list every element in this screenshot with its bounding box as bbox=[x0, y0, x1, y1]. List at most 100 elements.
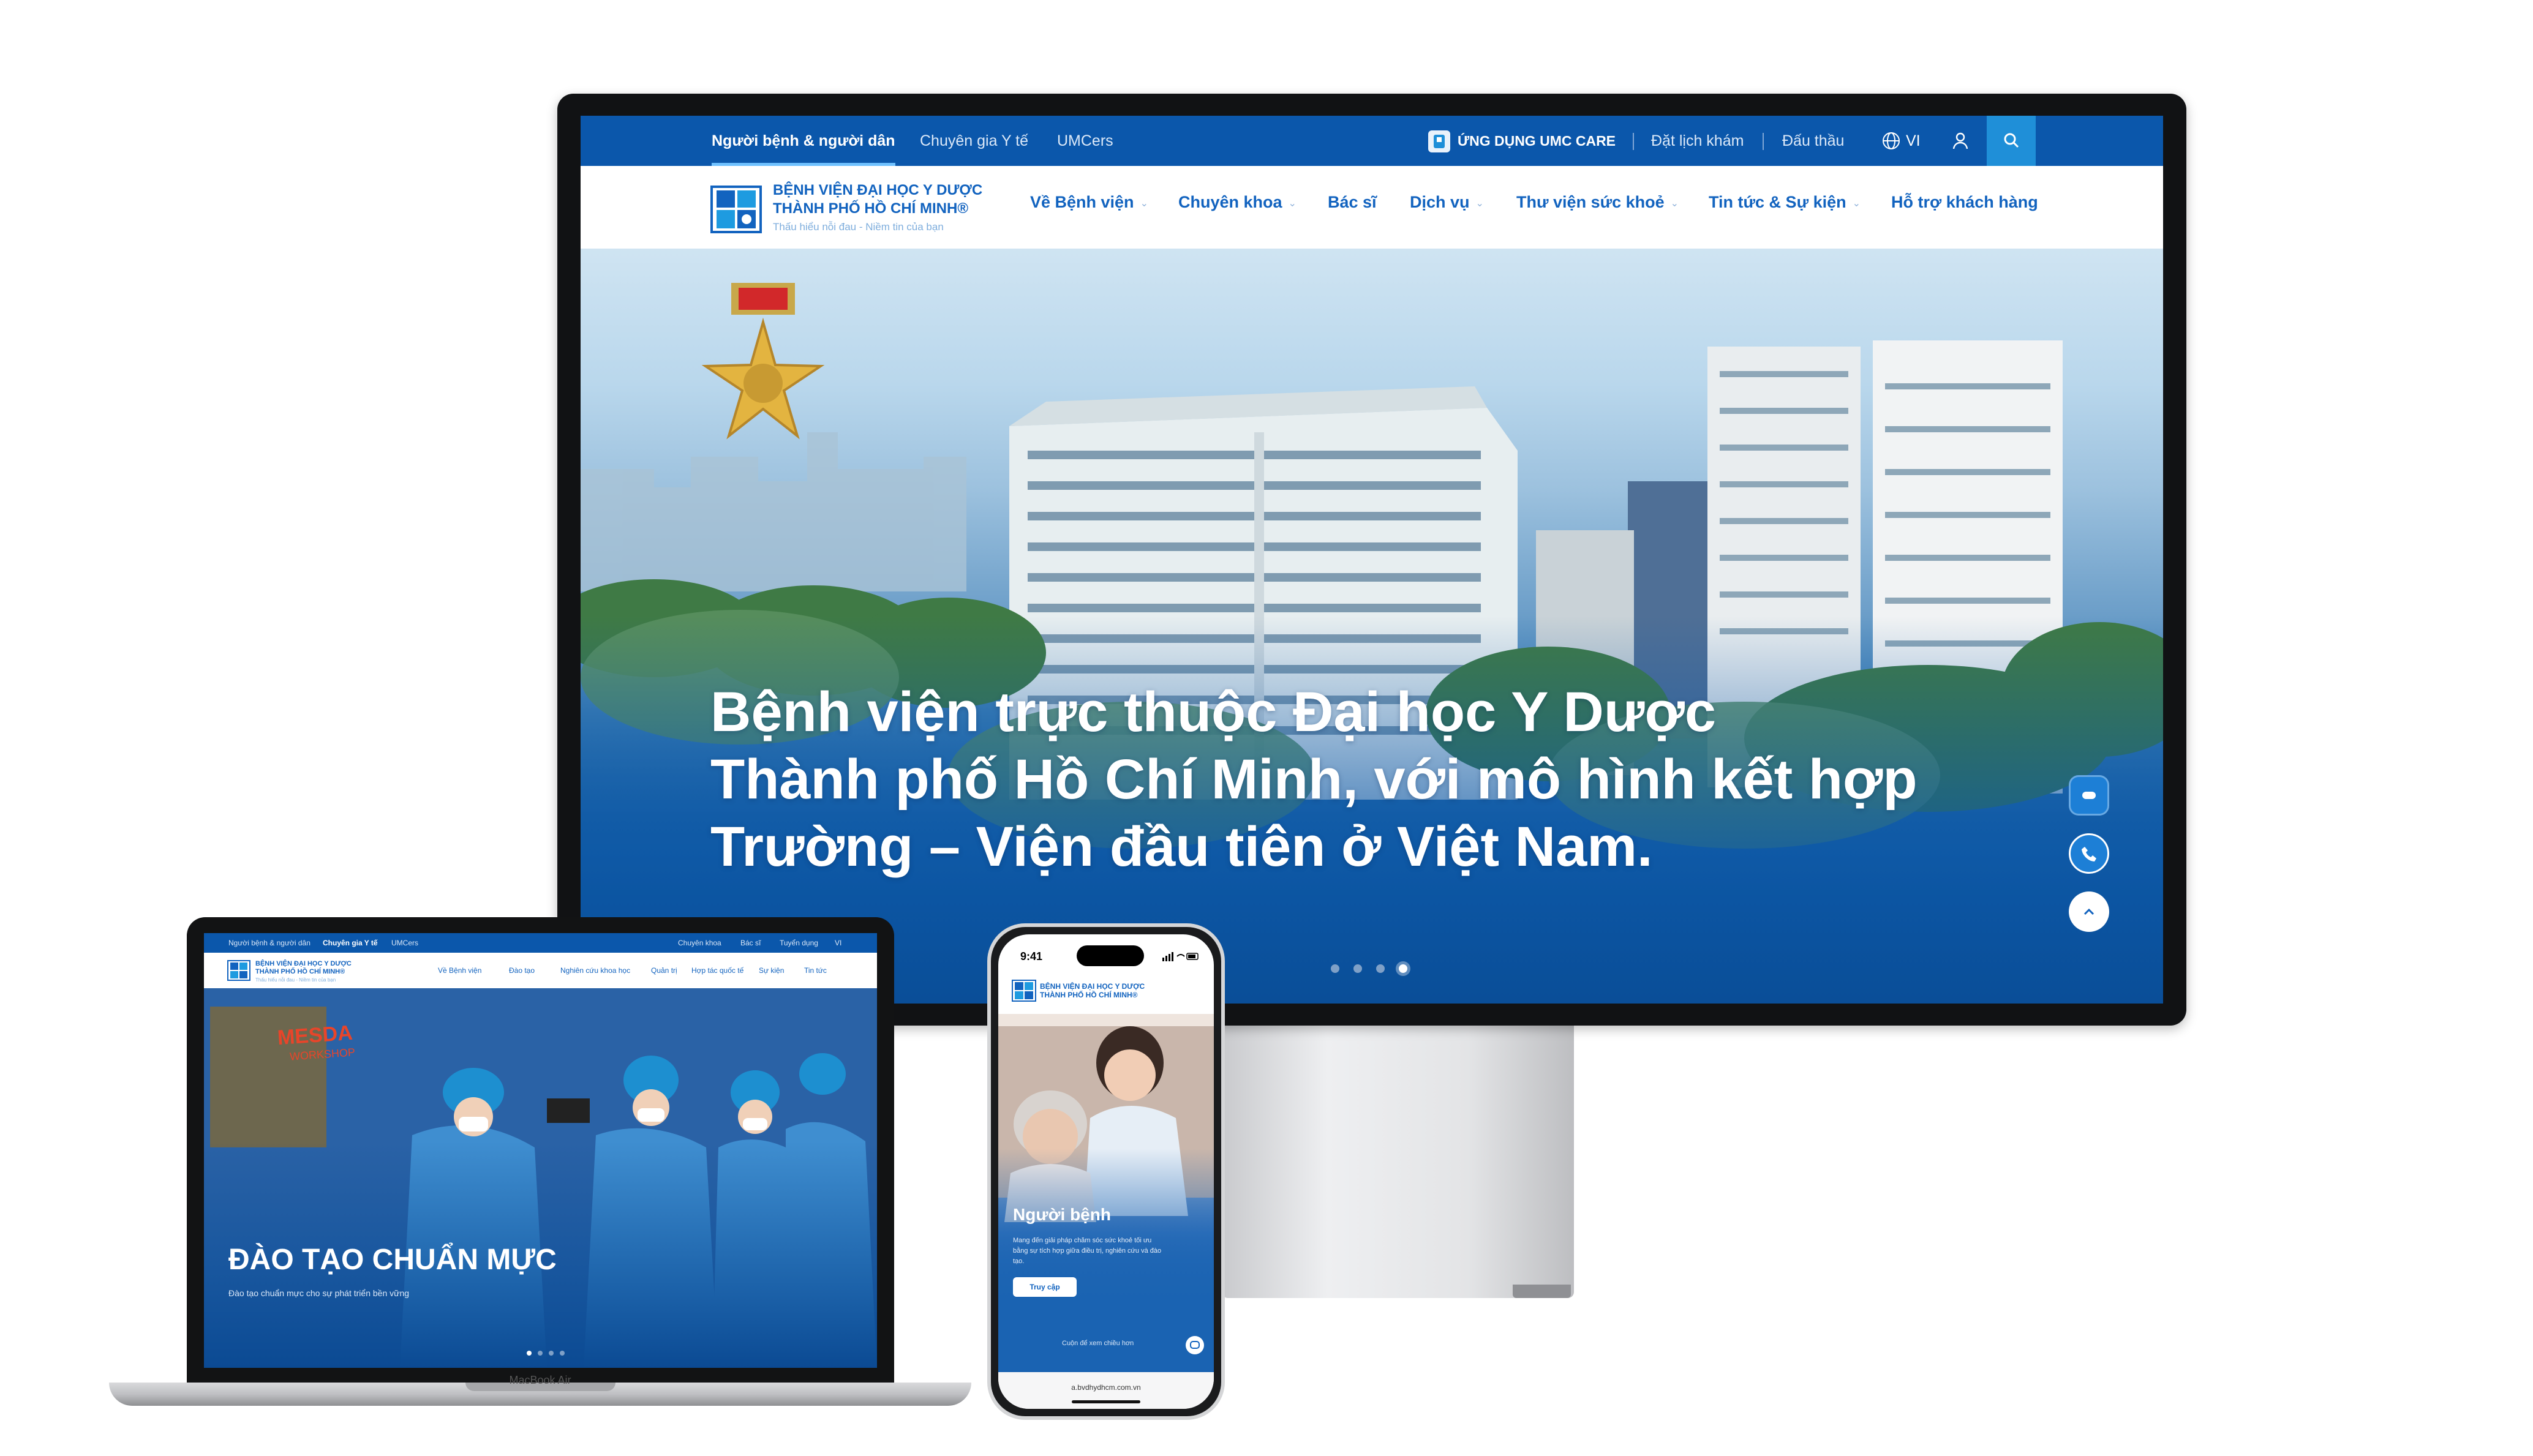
phone-icon bbox=[2082, 847, 2096, 861]
chevron-down-icon: ⌄ bbox=[1288, 198, 1297, 209]
laptop-nav-international[interactable]: Hợp tác quốc tế bbox=[691, 966, 743, 975]
chat-icon bbox=[2082, 792, 2096, 799]
nav-specialties[interactable]: Chuyên khoa ⌄ bbox=[1178, 193, 1297, 212]
laptop-nav-research[interactable]: Nghiên cứu khoa học bbox=[560, 966, 630, 975]
laptop-main-nav: BỆNH VIỆN ĐẠI HỌC Y DƯỢC THÀNH PHỐ HỒ CH… bbox=[204, 953, 877, 988]
laptop-nav-governance[interactable]: Quản trị bbox=[651, 966, 677, 975]
laptop-tab-experts[interactable]: Chuyên gia Y tế bbox=[323, 939, 378, 947]
desktop-monitor: Người bệnh & người dân Chuyên gia Y tế U… bbox=[557, 94, 2186, 1026]
nav-health-library[interactable]: Thư viện sức khoẻ ⌄ bbox=[1516, 193, 1679, 212]
phone-hero-body-line1: Mang đến giải pháp chăm sóc sức khoẻ tối… bbox=[1013, 1237, 1152, 1244]
phone-hero-body-line3: tạo. bbox=[1013, 1258, 1025, 1265]
tab-medical-experts[interactable]: Chuyên gia Y tế bbox=[920, 116, 1028, 166]
slide-dot-active[interactable] bbox=[1399, 964, 1407, 973]
smartphone: 9:41 BỆNH VIỆN ĐẠI HỌC Y DƯỢC THÀNH PHỐ … bbox=[987, 923, 1225, 1420]
chevron-down-icon: ⌄ bbox=[1140, 198, 1148, 209]
nurse-patient-image bbox=[998, 1014, 1214, 1372]
hero-headline-line2: Thành phố Hồ Chí Minh, với mô hình kết h… bbox=[710, 748, 1918, 811]
laptop-nav-news[interactable]: Tin tức bbox=[804, 966, 827, 975]
umc-care-app-icon bbox=[1428, 130, 1450, 152]
hospital-logo-icon[interactable] bbox=[1012, 980, 1036, 1002]
laptop-hero-title: ĐÀO TẠO CHUẨN MỰC bbox=[228, 1244, 557, 1276]
slide-dot[interactable] bbox=[1353, 964, 1362, 973]
monitor-foot bbox=[1513, 1285, 1571, 1298]
umc-care-app-link[interactable]: ỨNG DỤNG UMC CARE bbox=[1458, 116, 1616, 166]
chat-icon bbox=[1190, 1341, 1200, 1349]
nav-about[interactable]: Về Bệnh viện ⌄ bbox=[1030, 193, 1148, 212]
laptop-language[interactable]: VI bbox=[835, 939, 841, 947]
globe-icon[interactable] bbox=[1881, 131, 1901, 154]
phone-browser-bar: a.bvdhydhcm.com.vn bbox=[998, 1372, 1214, 1409]
laptop-careers-link[interactable]: Tuyển dụng bbox=[780, 939, 818, 947]
dynamic-island bbox=[1077, 945, 1144, 966]
scroll-top-button[interactable] bbox=[2069, 891, 2109, 932]
bidding-link[interactable]: Đấu thầu bbox=[1782, 116, 1844, 166]
tab-umcers[interactable]: UMCers bbox=[1057, 116, 1113, 166]
phone-logo-line2: THÀNH PHỐ HỒ CHÍ MINH® bbox=[1040, 991, 1138, 999]
nav-doctors[interactable]: Bác sĩ bbox=[1328, 193, 1377, 212]
laptop-slide-dot[interactable] bbox=[549, 1351, 554, 1356]
phone-hero-body-line2: bằng sự tích hợp giữa điều trị, nghiên c… bbox=[1013, 1247, 1162, 1255]
monitor-main-nav: BỆNH VIỆN ĐẠI HỌC Y DƯỢC THÀNH PHỐ HỒ CH… bbox=[581, 166, 2163, 249]
phone-screen: 9:41 BỆNH VIỆN ĐẠI HỌC Y DƯỢC THÀNH PHỐ … bbox=[998, 934, 1214, 1409]
search-button[interactable] bbox=[1987, 116, 2036, 166]
hospital-logo-icon[interactable] bbox=[227, 960, 250, 981]
logo-line1: BỆNH VIỆN ĐẠI HỌC Y DƯỢC bbox=[773, 182, 983, 198]
slide-dot[interactable] bbox=[1376, 964, 1385, 973]
laptop-logo-line2: THÀNH PHỐ HỒ CHÍ MINH® bbox=[255, 968, 345, 975]
phone-url[interactable]: a.bvdhydhcm.com.vn bbox=[998, 1383, 1214, 1392]
hospital-logo-icon[interactable] bbox=[710, 182, 763, 235]
slide-dot[interactable] bbox=[1331, 964, 1339, 973]
laptop-nav-events[interactable]: Sự kiện bbox=[759, 966, 784, 975]
laptop-hero-subtitle: Đào tạo chuẩn mực cho sự phát triển bền … bbox=[228, 1288, 410, 1298]
search-icon bbox=[2004, 133, 2019, 148]
booking-link[interactable]: Đặt lịch khám bbox=[1651, 116, 1744, 166]
laptop-nav-about[interactable]: Về Bệnh viện bbox=[438, 966, 481, 975]
laptop-hero: MESDA WORKSHOP ĐÀO TẠO CHUẨN MỰC Đào tạo… bbox=[204, 988, 877, 1368]
chevron-down-icon: ⌄ bbox=[1670, 198, 1679, 209]
laptop-screen: Người bệnh & người dân Chuyên gia Y tế U… bbox=[204, 933, 877, 1368]
phone-call-button[interactable] bbox=[2069, 833, 2109, 874]
monitor-stand bbox=[1222, 1019, 1574, 1298]
tab-patients[interactable]: Người bệnh & người dân bbox=[712, 116, 895, 166]
laptop-logo-line1: BỆNH VIỆN ĐẠI HỌC Y DƯỢC bbox=[255, 960, 352, 967]
chevron-down-icon: ⌄ bbox=[1852, 198, 1861, 209]
monitor-hero: Bệnh viện trực thuộc Đại học Y Dược Thàn… bbox=[581, 249, 2163, 1004]
laptop-slide-dot[interactable] bbox=[538, 1351, 543, 1356]
chevron-down-icon: ⌄ bbox=[1475, 198, 1484, 209]
phone-chat-button[interactable] bbox=[1186, 1336, 1204, 1354]
laptop-nav-training[interactable]: Đào tạo bbox=[509, 966, 535, 975]
laptop-slide-dot[interactable] bbox=[560, 1351, 565, 1356]
laptop-tab-patients[interactable]: Người bệnh & người dân bbox=[228, 939, 311, 947]
signal-icon bbox=[1162, 951, 1199, 964]
laptop-top-bar: Người bệnh & người dân Chuyên gia Y tế U… bbox=[204, 933, 877, 953]
laptop-logo-tagline: Thấu hiểu nỗi đau - Niềm tin của bạn bbox=[255, 977, 336, 983]
phone-access-button[interactable]: Truy cập bbox=[1013, 1277, 1077, 1297]
phone-scroll-hint: Cuộn để xem chiều hơn bbox=[1062, 1340, 1134, 1347]
nav-services[interactable]: Dịch vụ ⌄ bbox=[1410, 193, 1484, 212]
chevron-up-icon bbox=[2083, 908, 2095, 915]
laptop-model-label: MacBook Air bbox=[509, 1374, 571, 1386]
laptop-tab-umcers[interactable]: UMCers bbox=[391, 939, 418, 947]
hero-headline-line3: Trường – Viện đầu tiên ở Việt Nam. bbox=[710, 816, 1653, 878]
phone-logo-line1: BỆNH VIỆN ĐẠI HỌC Y DƯỢC bbox=[1040, 982, 1145, 991]
chat-button[interactable] bbox=[2069, 775, 2109, 816]
language-selector[interactable]: VI bbox=[1906, 116, 1921, 166]
monitor-screen: Người bệnh & người dân Chuyên gia Y tế U… bbox=[581, 116, 2163, 1004]
laptop: Người bệnh & người dân Chuyên gia Y tế U… bbox=[187, 917, 894, 1384]
phone-header: BỆNH VIỆN ĐẠI HỌC Y DƯỢC THÀNH PHỐ HỒ CH… bbox=[998, 971, 1214, 1014]
home-indicator bbox=[1072, 1400, 1140, 1403]
logo-tagline: Thấu hiểu nỗi đau - Niềm tin của bạn bbox=[773, 221, 944, 233]
monitor-top-bar: Người bệnh & người dân Chuyên gia Y tế U… bbox=[581, 116, 2163, 166]
phone-hero-title: Người bệnh bbox=[1013, 1205, 1111, 1224]
hero-headline-line1: Bệnh viện trực thuộc Đại học Y Dược bbox=[710, 681, 1717, 743]
phone-hero: Người bệnh Mang đến giải pháp chăm sóc s… bbox=[998, 1014, 1214, 1372]
hospital-buildings-image bbox=[581, 283, 2163, 1004]
user-icon[interactable] bbox=[1950, 130, 1971, 154]
phone-status-time: 9:41 bbox=[1020, 950, 1043, 963]
laptop-specialties-link[interactable]: Chuyên khoa bbox=[678, 939, 721, 947]
laptop-slide-dot-active[interactable] bbox=[527, 1351, 532, 1356]
nav-customer-support[interactable]: Hỗ trợ khách hàng bbox=[1891, 193, 2038, 212]
laptop-doctors-link[interactable]: Bác sĩ bbox=[740, 939, 761, 947]
nav-news-events[interactable]: Tin tức & Sự kiện ⌄ bbox=[1709, 193, 1861, 212]
